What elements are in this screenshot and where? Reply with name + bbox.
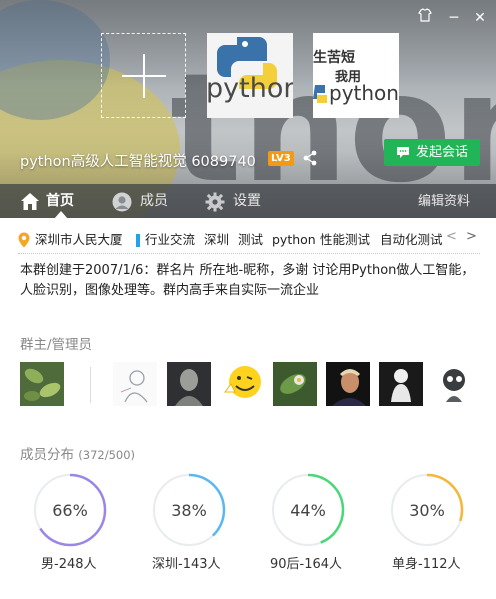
shirt-icon[interactable] [414, 8, 436, 28]
edit-profile-link[interactable]: 编辑资料 [418, 184, 478, 218]
admin-avatar-cartoon[interactable] [432, 362, 476, 406]
minimize-button[interactable]: ─ [443, 8, 465, 28]
thumb1-word: python [207, 73, 293, 104]
tag-item[interactable]: 行业交流 [145, 232, 195, 248]
stat-percent: 44% [290, 501, 326, 520]
chat-bubble-icon [397, 147, 409, 158]
start-chat-button[interactable]: 发起会话 [384, 139, 480, 166]
group-photo-2[interactable]: 生苦短 我用 python [313, 33, 399, 118]
admin-avatar-flower[interactable] [273, 362, 317, 406]
admin-avatar-figurine[interactable] [379, 362, 423, 406]
tab-members[interactable]: 成员 [112, 184, 172, 218]
tab-settings[interactable]: 设置 [205, 184, 265, 218]
python-logo-small-icon [313, 85, 327, 103]
tab-home[interactable]: 首页 [20, 184, 80, 218]
group-description: 本群创建于2007/1/6：群名片 所在地-昵称，多谢 讨论用Python做人工… [20, 263, 475, 298]
tag-item[interactable]: 深圳 [204, 232, 229, 248]
stat-label: 男-248人 [41, 557, 97, 572]
members-title: 成员分布 (372/500) [20, 443, 135, 463]
stat-label: 90后-164人 [270, 557, 343, 572]
tab-members-label: 成员 [140, 193, 168, 209]
stat-percent: 38% [171, 501, 207, 520]
tag-item[interactable]: 自动化测试 [380, 232, 442, 248]
location-pin-icon [18, 232, 30, 248]
admin-avatar-sketch[interactable] [113, 362, 157, 406]
level-badge: LV3 [268, 151, 294, 166]
group-photo-1[interactable]: python [207, 33, 293, 118]
tab-bar: 首页 成员 设置 编辑资料 [0, 184, 496, 218]
tags-prev-button[interactable]: < [446, 229, 457, 244]
tags-next-button[interactable]: > [466, 229, 477, 244]
avatar-divider [90, 367, 91, 403]
admin-avatar-smiley[interactable] [221, 362, 265, 406]
admin-avatar-leaves[interactable] [20, 362, 64, 406]
group-name: python高级人工智能视觉 6089740 [20, 154, 256, 170]
tags-row: 深圳市人民大厦 行业交流 深圳 测试 python 性能测试 自动化测试 [18, 228, 480, 252]
members-title-text: 成员分布 [20, 447, 74, 463]
stat-percent: 66% [52, 501, 88, 520]
thumb2-line-1: 生苦短 [313, 50, 355, 66]
stat-label: 单身-112人 [392, 557, 461, 572]
location-text: 深圳市人民大厦 [35, 232, 123, 247]
tag-item[interactable]: 性能测试 [320, 232, 370, 248]
tag-item[interactable]: python [272, 232, 316, 248]
admin-avatar-statue[interactable] [167, 362, 211, 406]
tab-settings-label: 设置 [233, 193, 261, 209]
stat-percent: 30% [409, 501, 445, 520]
active-tab-indicator [54, 211, 68, 218]
admin-avatar-portrait[interactable] [326, 362, 370, 406]
stat-label: 深圳-143人 [152, 557, 221, 572]
add-photo-button[interactable] [101, 33, 186, 118]
user-icon [112, 192, 132, 212]
members-count: (372/500) [78, 448, 136, 462]
gear-icon [205, 192, 225, 212]
group-header: thon ─ ✕ python 生苦短 我用 python python高级人工… [0, 0, 496, 218]
start-chat-label: 发起会话 [416, 145, 469, 160]
close-button[interactable]: ✕ [469, 8, 491, 28]
admins-title: 群主/管理员 [20, 337, 93, 353]
admin-avatar-list [20, 362, 490, 408]
tag-separator [136, 234, 140, 247]
home-icon [21, 193, 39, 210]
share-icon[interactable] [302, 150, 318, 166]
tags-divider [18, 253, 480, 254]
thumb2-word: python [329, 81, 399, 105]
tag-item[interactable]: 测试 [238, 232, 263, 248]
